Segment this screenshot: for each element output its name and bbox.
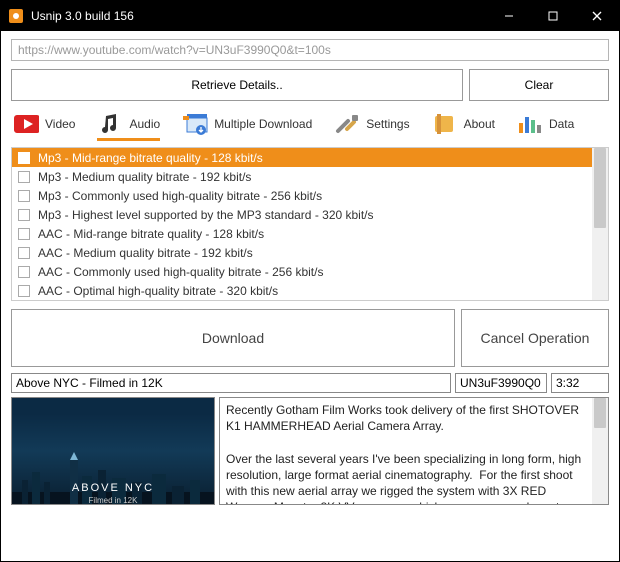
format-row[interactable]: Mp3 - Highest level supported by the MP3… bbox=[12, 205, 608, 224]
tab-settings[interactable]: Settings bbox=[334, 113, 409, 141]
checkbox[interactable] bbox=[18, 266, 30, 278]
close-button[interactable] bbox=[575, 1, 619, 31]
format-label: Mp3 - Highest level supported by the MP3… bbox=[38, 208, 374, 222]
audio-icon bbox=[97, 113, 123, 135]
scrollbar[interactable] bbox=[592, 398, 608, 504]
checkbox[interactable] bbox=[18, 190, 30, 202]
scrollbar-thumb[interactable] bbox=[594, 398, 606, 428]
format-row[interactable]: Mp3 - Medium quality bitrate - 192 kbit/… bbox=[12, 167, 608, 186]
titlebar: Usnip 3.0 build 156 bbox=[1, 1, 619, 31]
url-input[interactable] bbox=[11, 39, 609, 61]
tabs: Video Audio Multiple Download Settings A… bbox=[11, 113, 609, 141]
minimize-button[interactable] bbox=[487, 1, 531, 31]
format-label: AAC - Mid-range bitrate quality - 128 kb… bbox=[38, 227, 264, 241]
tab-video[interactable]: Video bbox=[13, 113, 75, 141]
window-title: Usnip 3.0 build 156 bbox=[31, 9, 487, 23]
format-label: Mp3 - Commonly used high-quality bitrate… bbox=[38, 189, 322, 203]
tab-label: Multiple Download bbox=[214, 117, 312, 131]
download-button[interactable]: Download bbox=[11, 309, 455, 367]
format-label: AAC - Commonly used high-quality bitrate… bbox=[38, 265, 323, 279]
checkbox[interactable] bbox=[18, 247, 30, 259]
checkbox[interactable] bbox=[18, 209, 30, 221]
format-label: AAC - Optimal high-quality bitrate - 320… bbox=[38, 284, 278, 298]
tab-label: Video bbox=[45, 117, 75, 131]
checkbox[interactable] bbox=[18, 152, 30, 164]
settings-icon bbox=[334, 113, 360, 135]
thumbnail-subtitle: Filmed in 12K bbox=[12, 496, 214, 505]
thumbnail-title: ABOVE NYC bbox=[12, 482, 214, 494]
description-box[interactable]: Recently Gotham Film Works took delivery… bbox=[219, 397, 609, 505]
format-label: AAC - Medium quality bitrate - 192 kbit/… bbox=[38, 246, 253, 260]
tab-label: Audio bbox=[129, 117, 160, 131]
video-icon bbox=[13, 113, 39, 135]
tab-label: About bbox=[464, 117, 495, 131]
maximize-button[interactable] bbox=[531, 1, 575, 31]
tab-label: Settings bbox=[366, 117, 409, 131]
cancel-button[interactable]: Cancel Operation bbox=[461, 309, 609, 367]
checkbox[interactable] bbox=[18, 228, 30, 240]
about-icon bbox=[432, 113, 458, 135]
scrollbar-thumb[interactable] bbox=[594, 148, 606, 228]
tab-about[interactable]: About bbox=[432, 113, 495, 141]
checkbox[interactable] bbox=[18, 285, 30, 297]
format-row[interactable]: AAC - Medium quality bitrate - 192 kbit/… bbox=[12, 243, 608, 262]
tab-multiple[interactable]: Multiple Download bbox=[182, 113, 312, 141]
format-row[interactable]: AAC - Commonly used high-quality bitrate… bbox=[12, 262, 608, 281]
format-row[interactable]: AAC - Mid-range bitrate quality - 128 kb… bbox=[12, 224, 608, 243]
data-icon bbox=[517, 113, 543, 135]
format-row[interactable]: AAC - Optimal high-quality bitrate - 320… bbox=[12, 281, 608, 300]
format-label: Mp3 - Mid-range bitrate quality - 128 kb… bbox=[38, 151, 263, 165]
video-duration-input[interactable] bbox=[551, 373, 609, 393]
video-id-input[interactable] bbox=[455, 373, 547, 393]
format-row[interactable]: Mp3 - Commonly used high-quality bitrate… bbox=[12, 186, 608, 205]
description-text: Recently Gotham Film Works took delivery… bbox=[226, 403, 589, 505]
checkbox[interactable] bbox=[18, 171, 30, 183]
tab-audio[interactable]: Audio bbox=[97, 113, 160, 141]
scrollbar[interactable] bbox=[592, 148, 608, 300]
clear-button[interactable]: Clear bbox=[469, 69, 609, 101]
tab-data[interactable]: Data bbox=[517, 113, 574, 141]
format-row[interactable]: Mp3 - Mid-range bitrate quality - 128 kb… bbox=[12, 148, 608, 167]
video-title-input[interactable] bbox=[11, 373, 451, 393]
format-list: Mp3 - Mid-range bitrate quality - 128 kb… bbox=[11, 147, 609, 301]
tab-label: Data bbox=[549, 117, 574, 131]
app-icon bbox=[9, 9, 23, 23]
thumbnail: ABOVE NYC Filmed in 12K bbox=[11, 397, 215, 505]
format-label: Mp3 - Medium quality bitrate - 192 kbit/… bbox=[38, 170, 251, 184]
multiple-download-icon bbox=[182, 113, 208, 135]
retrieve-button[interactable]: Retrieve Details.. bbox=[11, 69, 463, 101]
